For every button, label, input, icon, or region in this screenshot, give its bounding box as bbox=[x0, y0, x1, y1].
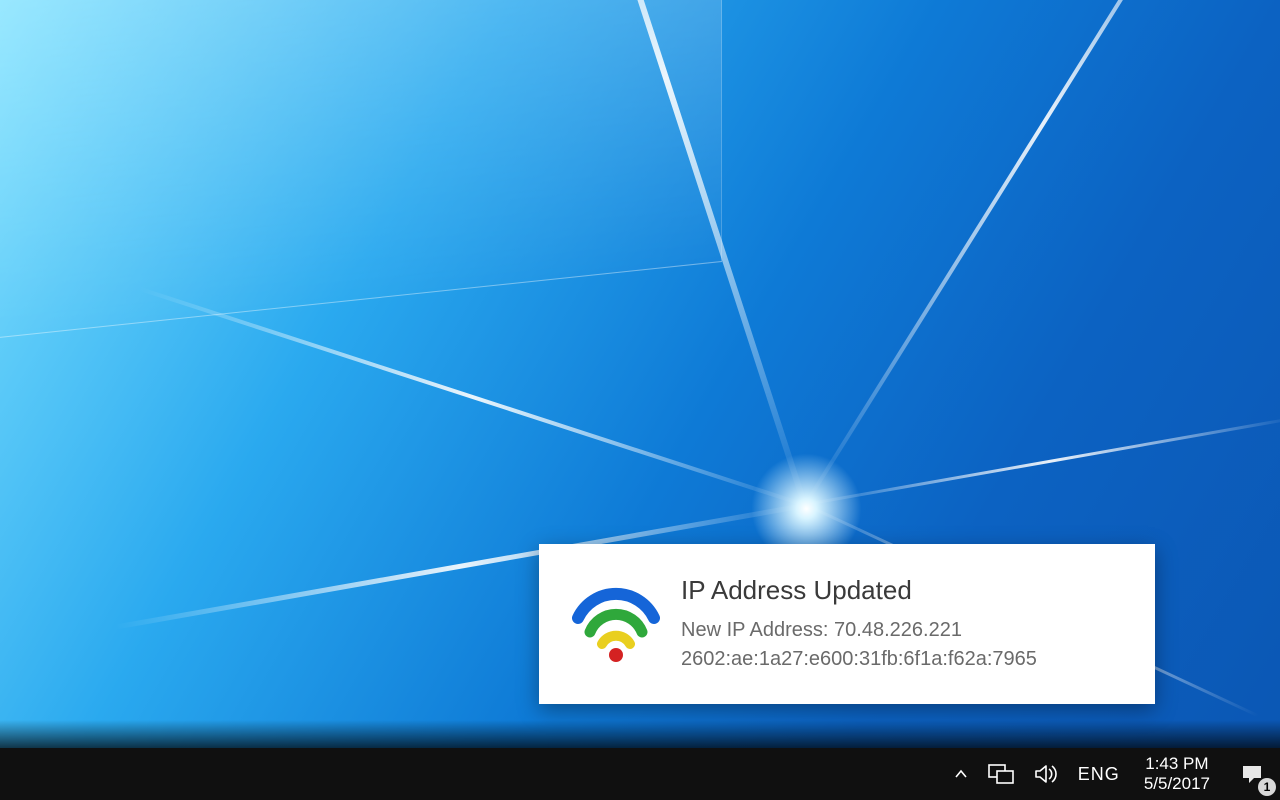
clock-time: 1:43 PM bbox=[1145, 754, 1208, 774]
wifi-icon bbox=[561, 584, 671, 664]
volume-tray-icon[interactable] bbox=[1024, 748, 1068, 800]
clock-date: 5/5/2017 bbox=[1144, 774, 1210, 794]
language-indicator[interactable]: ENG bbox=[1068, 748, 1130, 800]
notification-title: IP Address Updated bbox=[681, 575, 1133, 606]
clock-tray[interactable]: 1:43 PM 5/5/2017 bbox=[1130, 748, 1224, 800]
action-center-badge: 1 bbox=[1258, 778, 1276, 796]
network-tray-icon[interactable] bbox=[978, 748, 1024, 800]
notification-ipv6: 2602:ae:1a27:e600:31fb:6f1a:f62a:7965 bbox=[681, 645, 1133, 674]
monitor-network-icon bbox=[988, 762, 1014, 786]
action-center-button[interactable]: 1 bbox=[1224, 748, 1280, 800]
tray-overflow-button[interactable] bbox=[944, 748, 978, 800]
language-label: ENG bbox=[1078, 764, 1120, 785]
system-tray: ENG 1:43 PM 5/5/2017 1 bbox=[944, 748, 1280, 800]
notification-ipv4: New IP Address: 70.48.226.221 bbox=[681, 616, 1133, 645]
speaker-icon bbox=[1034, 763, 1058, 785]
chevron-up-icon bbox=[954, 767, 968, 781]
taskbar: ENG 1:43 PM 5/5/2017 1 bbox=[0, 748, 1280, 800]
notification-toast[interactable]: IP Address Updated New IP Address: 70.48… bbox=[539, 544, 1155, 704]
